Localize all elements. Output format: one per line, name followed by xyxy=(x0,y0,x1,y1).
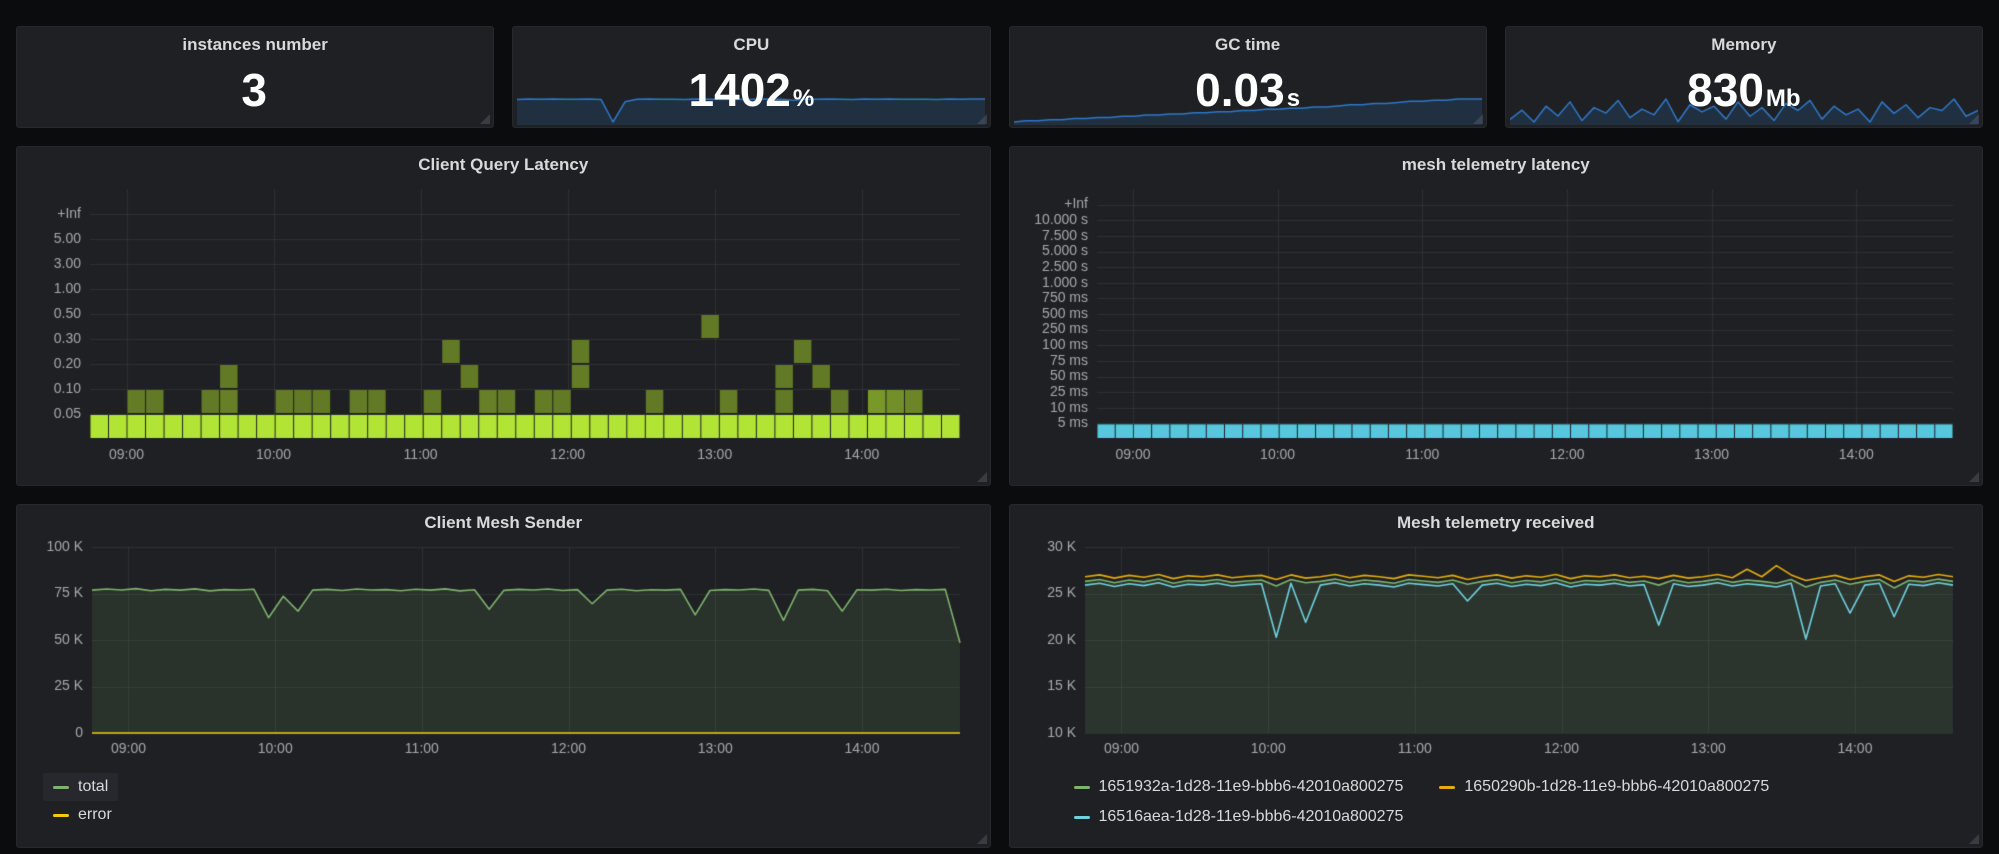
series-color-swatch xyxy=(53,814,69,817)
stat-value-unit: s xyxy=(1287,85,1300,112)
panel-gc-time: GC time 0.03s xyxy=(1009,26,1487,128)
panel-resize-handle[interactable] xyxy=(977,472,987,482)
stat-value-number: 1402 xyxy=(689,64,791,116)
top-stats-row: instances number 3 CPU 1402% GC time 0.0… xyxy=(16,26,1983,128)
legend-label: error xyxy=(78,801,112,829)
legend-label: total xyxy=(78,773,108,801)
series-color-swatch xyxy=(1074,786,1090,789)
series-color-swatch xyxy=(1074,816,1090,819)
panel-resize-handle[interactable] xyxy=(977,834,987,844)
grafana-dashboard: instances number 3 CPU 1402% GC time 0.0… xyxy=(0,0,1999,854)
legend-label: 1650290b-1d28-11e9-bbb6-42010a800275 xyxy=(1464,773,1769,801)
stat-value-number: 0.03 xyxy=(1195,64,1285,116)
stat-value: 0.03s xyxy=(1010,67,1486,113)
mesh-telemetry-received-chart[interactable] xyxy=(1021,537,1971,769)
client-mesh-sender-chart[interactable] xyxy=(28,537,978,769)
panel-title[interactable]: Client Query Latency xyxy=(17,147,990,179)
panel-title[interactable]: Client Mesh Sender xyxy=(17,505,990,537)
legend-item-series-3[interactable]: 16516aea-1d28-11e9-bbb6-42010a800275 xyxy=(1074,803,1404,831)
panel-resize-handle[interactable] xyxy=(1969,834,1979,844)
series-color-swatch xyxy=(1439,786,1455,789)
panel-client-mesh-sender: Client Mesh Sender total error xyxy=(16,504,991,848)
legend: 1651932a-1d28-11e9-bbb6-42010a800275 165… xyxy=(1010,773,1983,831)
stat-value: 3 xyxy=(17,67,493,113)
legend-item-error[interactable]: error xyxy=(43,801,122,829)
panel-client-query-latency: Client Query Latency xyxy=(16,146,991,486)
line-chart-row: Client Mesh Sender total error Mesh tele… xyxy=(16,504,1983,848)
panel-title[interactable]: instances number xyxy=(17,27,493,59)
legend-label: 1651932a-1d28-11e9-bbb6-42010a800275 xyxy=(1099,773,1404,801)
panel-title[interactable]: mesh telemetry latency xyxy=(1010,147,1983,179)
panel-title[interactable]: GC time xyxy=(1010,27,1486,59)
panel-memory: Memory 830Mb xyxy=(1505,26,1983,128)
client-query-latency-heatmap[interactable] xyxy=(28,179,978,475)
stat-value-unit: % xyxy=(793,85,814,112)
panel-title[interactable]: Mesh telemetry received xyxy=(1010,505,1983,537)
panel-instances-number: instances number 3 xyxy=(16,26,494,128)
panel-title[interactable]: Memory xyxy=(1506,27,1982,59)
stat-value-number: 830 xyxy=(1687,64,1764,116)
panel-title[interactable]: CPU xyxy=(513,27,989,59)
legend-item-series-2[interactable]: 1650290b-1d28-11e9-bbb6-42010a800275 xyxy=(1439,773,1769,801)
stat-value-unit: Mb xyxy=(1766,85,1801,112)
stat-value-number: 3 xyxy=(241,64,267,116)
legend-item-series-1[interactable]: 1651932a-1d28-11e9-bbb6-42010a800275 xyxy=(1074,773,1404,801)
series-color-swatch xyxy=(53,786,69,789)
panel-cpu: CPU 1402% xyxy=(512,26,990,128)
legend-label: 16516aea-1d28-11e9-bbb6-42010a800275 xyxy=(1099,803,1404,831)
legend-item-total[interactable]: total xyxy=(43,773,118,801)
stat-value: 1402% xyxy=(513,67,989,113)
panel-resize-handle[interactable] xyxy=(1969,472,1979,482)
heatmap-row: Client Query Latency mesh telemetry late… xyxy=(16,146,1983,486)
mesh-telemetry-latency-heatmap[interactable] xyxy=(1021,179,1971,475)
panel-mesh-telemetry-latency: mesh telemetry latency xyxy=(1009,146,1984,486)
legend: total error xyxy=(17,773,990,829)
panel-mesh-telemetry-received: Mesh telemetry received 1651932a-1d28-11… xyxy=(1009,504,1984,848)
panel-resize-handle[interactable] xyxy=(480,114,490,124)
stat-value: 830Mb xyxy=(1506,67,1982,113)
